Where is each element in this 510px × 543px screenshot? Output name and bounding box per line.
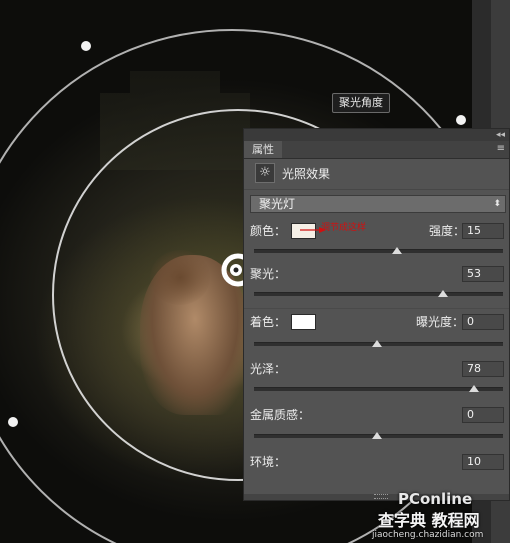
ambience-label: 环境： bbox=[250, 455, 287, 469]
intensity-label: 强度： bbox=[429, 224, 466, 238]
spot-angle-tooltip: 聚光角度 bbox=[332, 93, 390, 113]
colorize-swatch[interactable] bbox=[291, 314, 316, 330]
exposure-label: 曝光度： bbox=[416, 315, 465, 329]
gloss-slider-track[interactable] bbox=[254, 387, 503, 391]
panel-title: 光照效果 bbox=[282, 167, 331, 181]
light-sun-icon: ☼ bbox=[255, 163, 275, 183]
hotspot-slider-thumb[interactable] bbox=[438, 290, 448, 297]
intensity-slider-thumb[interactable] bbox=[392, 247, 402, 254]
double-chevron-left-icon[interactable]: ◂◂ bbox=[496, 129, 505, 141]
panel-title-bar[interactable]: ◂◂ bbox=[244, 129, 509, 141]
gloss-field[interactable]: 78 bbox=[462, 361, 504, 377]
gloss-slider-thumb[interactable] bbox=[469, 385, 479, 392]
outer-handle-left[interactable] bbox=[8, 417, 18, 427]
resize-grip-icon[interactable] bbox=[374, 494, 388, 499]
ambience-field[interactable]: 10 bbox=[462, 454, 504, 470]
annotation-text: 调节成这样 bbox=[321, 223, 367, 233]
select-updown-icon: ⬍ bbox=[493, 199, 501, 209]
hotspot-label: 聚光： bbox=[250, 267, 287, 281]
colorize-label: 着色： bbox=[250, 315, 287, 329]
section-divider bbox=[244, 308, 509, 309]
watermark-logo: PConline bbox=[398, 490, 473, 508]
intensity-slider-track[interactable] bbox=[254, 249, 503, 253]
gloss-label: 光泽： bbox=[250, 362, 287, 376]
hotspot-field[interactable]: 53 bbox=[462, 266, 504, 282]
intensity-field[interactable]: 15 bbox=[462, 223, 504, 239]
metallic-slider-thumb[interactable] bbox=[372, 432, 382, 439]
exposure-field[interactable]: 0 bbox=[462, 314, 504, 330]
tab-properties[interactable]: 属性 bbox=[244, 141, 282, 158]
watermark-site: 查字典 教程网 bbox=[378, 511, 480, 530]
panel-menu-icon[interactable]: ≡ bbox=[497, 143, 505, 155]
properties-panel: ◂◂ 属性 ≡ ☼ 光照效果 聚光灯 ⬍ 颜色： 强度： 15 聚光： 53 着… bbox=[243, 128, 510, 501]
metallic-label: 金属质感： bbox=[250, 408, 311, 422]
watermark-url: jiaocheng.chazidian.com bbox=[372, 530, 484, 540]
light-type-select[interactable]: 聚光灯 ⬍ bbox=[250, 195, 506, 213]
panel-tab-bar: 属性 ≡ bbox=[244, 141, 509, 159]
outer-handle-top[interactable] bbox=[81, 41, 91, 51]
color-label: 颜色： bbox=[250, 224, 287, 238]
light-center-dot bbox=[233, 267, 239, 273]
exposure-slider-thumb[interactable] bbox=[372, 340, 382, 347]
light-type-value: 聚光灯 bbox=[259, 197, 296, 211]
outer-handle-right[interactable] bbox=[456, 115, 466, 125]
metallic-field[interactable]: 0 bbox=[462, 407, 504, 423]
hotspot-slider-track[interactable] bbox=[254, 292, 503, 296]
canvas-area[interactable]: 聚光角度 ◂◂ 属性 ≡ ☼ 光照效果 聚光灯 ⬍ 颜色： 强度： 15 聚光：… bbox=[0, 0, 510, 543]
